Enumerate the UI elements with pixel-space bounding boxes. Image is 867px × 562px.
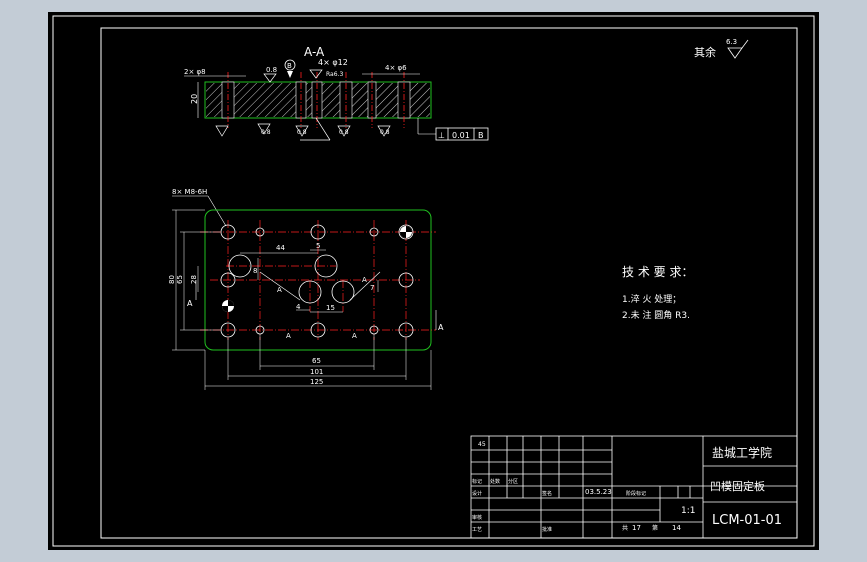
callout-4x-phi6: 4× φ6 (385, 64, 407, 72)
tech-requirement-item: 1.淬 火 处理； (622, 293, 681, 305)
row-label: 设计 (472, 490, 482, 497)
dim-65-h: 65 (312, 357, 321, 365)
tolerance-datum: B (478, 131, 484, 140)
section-marker: A (362, 276, 367, 284)
dim-80: 80 (168, 275, 176, 284)
school-name: 盐城工学院 (712, 445, 772, 460)
section-marker: A (286, 332, 291, 340)
tolerance-symbol: ⊥ (438, 131, 445, 140)
stage-label: 阶段标记 (626, 490, 646, 497)
bottom-roughness: 0.8 (380, 129, 390, 136)
dim-125: 125 (310, 378, 323, 386)
tolerance-value: 0.01 (452, 131, 470, 140)
col-label: 批准 (542, 526, 552, 533)
date: 03.5.23 (585, 488, 612, 496)
thread-callout: 8× M8-6H (172, 188, 207, 196)
thickness-dim: 20 (190, 94, 199, 104)
section-title: A-A (304, 45, 325, 59)
dim-44: 44 (276, 244, 285, 252)
callout-4x-phi12: 4× φ12 (318, 58, 348, 67)
datum-marker-icon (222, 300, 234, 312)
row-label: 工艺 (472, 527, 482, 533)
dim-8: 8 (253, 267, 257, 275)
part-name: 凹模固定板 (710, 479, 765, 493)
callout-ra: Ra6.3 (326, 71, 343, 78)
surface-finish-value: 6.3 (726, 38, 737, 46)
dim-7: 7 (370, 284, 374, 292)
callout-roughness: 0.8 (266, 66, 277, 74)
tech-requirements-heading: 技 术 要 求： (622, 265, 693, 279)
cad-drawing-canvas: A-A 20 2× φ8 0.8 B 4× φ12 Ra6.3 4× φ6 0.… (48, 12, 819, 550)
bottom-roughness: 0.8 (339, 129, 349, 136)
dim-28: 28 (190, 275, 198, 284)
datum-b-label: B (287, 62, 292, 70)
dim-15: 15 (326, 304, 335, 312)
bottom-roughness: 0.8 (261, 129, 271, 136)
dim-4: 4 (296, 303, 301, 311)
tech-requirement-item: 2.未 注 圆角 R3. (622, 309, 690, 321)
section-marker: A (187, 299, 193, 308)
dim-101: 101 (310, 368, 323, 376)
row-label: 审核 (472, 514, 482, 521)
dim-5: 5 (316, 242, 320, 250)
section-marker: A (277, 286, 282, 294)
datum-marker-icon (400, 226, 412, 238)
dim-65-v: 65 (176, 275, 184, 284)
drawing-number: LCM-01-01 (712, 513, 782, 528)
sheet-total-label: 共 (622, 524, 628, 532)
sheet-total: 17 (632, 524, 641, 532)
bottom-roughness: 0.8 (297, 129, 307, 136)
row-label: 标记 (472, 478, 482, 485)
section-marker: A (438, 323, 444, 332)
col-label: 签名 (542, 490, 552, 497)
surface-finish-label: 其余 (694, 45, 716, 59)
callout-2x-phi8: 2× φ8 (184, 68, 206, 76)
col-label: 处数 (490, 478, 500, 485)
col-label: 分区 (508, 478, 518, 485)
sheet-no-label: 第 (652, 524, 658, 532)
scale: 1:1 (681, 506, 695, 516)
section-marker: A (352, 332, 357, 340)
material: 45 (478, 441, 486, 448)
sheet-no: 14 (672, 524, 681, 532)
